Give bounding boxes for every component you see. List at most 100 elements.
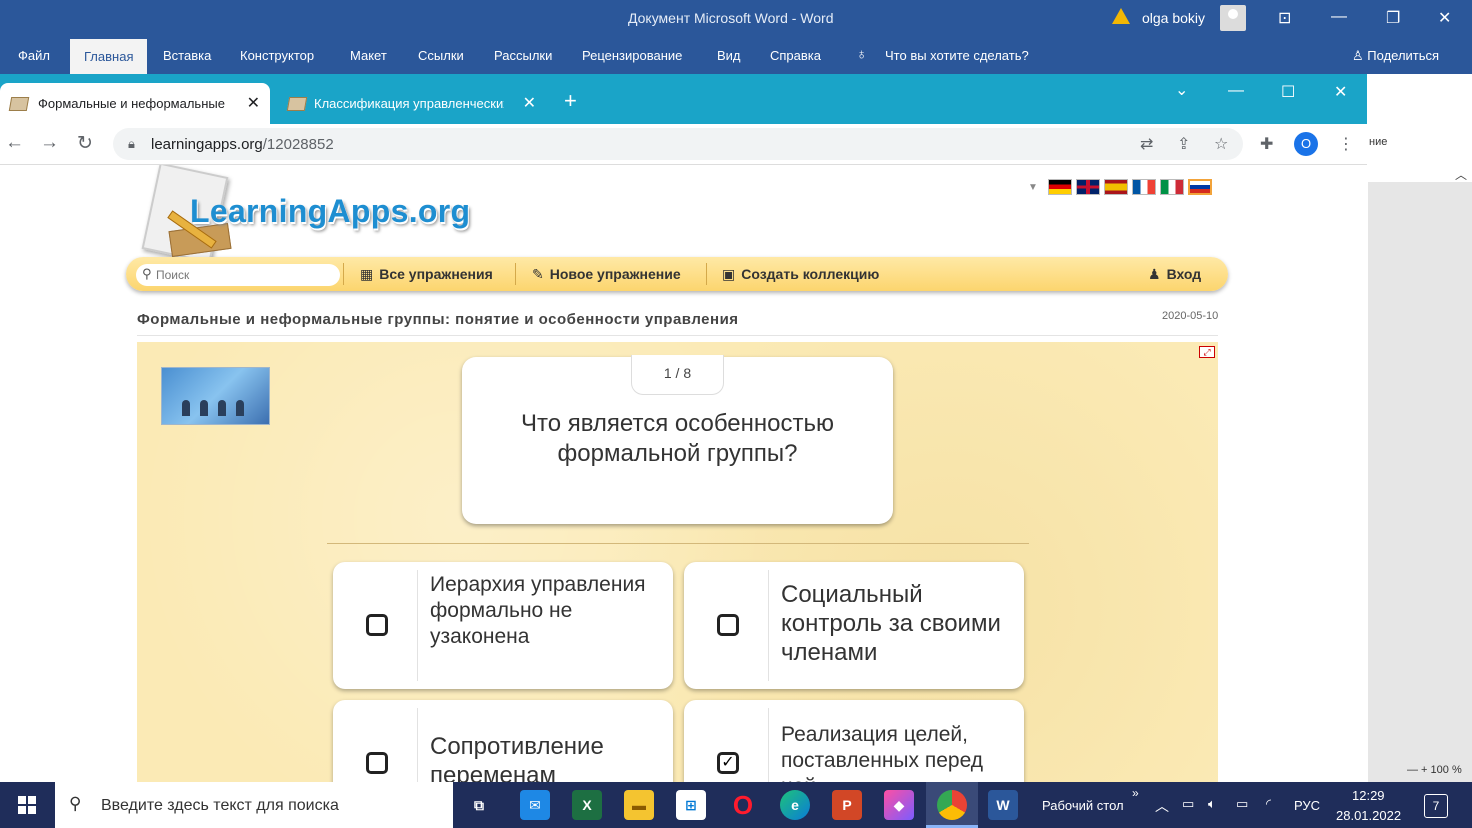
lightbulb-icon[interactable]: ♁ [856,46,867,63]
volume-icon[interactable]: 🔈︎ [1208,796,1216,812]
microsoft-store-icon[interactable]: ⊞ [676,790,706,820]
close-tab-icon[interactable]: ✕ [523,93,536,113]
extensions-icon[interactable]: ✚ [1260,134,1273,154]
browser-maximize-icon[interactable]: ☐ [1281,82,1295,102]
checkbox[interactable] [717,614,739,636]
tab-file[interactable]: Файл [18,48,50,63]
flag-italian[interactable] [1160,179,1184,195]
close-icon[interactable]: ✕ [1438,8,1451,28]
meet-now-icon[interactable]: ▭ [1182,796,1194,812]
collapse-ribbon-icon[interactable]: ︿ [1455,166,1467,183]
word-document-area: ние ︿ — + 100 % [1367,74,1472,782]
powerpoint-icon[interactable]: P [832,790,862,820]
tab-design[interactable]: Конструктор [240,48,314,63]
answer-option[interactable]: ✓ Реализация целей, поставленных перед н… [684,700,1024,782]
tab-search-icon[interactable]: ⌄ [1175,80,1188,100]
restore-icon[interactable]: ❐ [1386,8,1400,28]
clock-date[interactable]: 28.01.2022 [1336,808,1401,823]
search-input[interactable]: ⚲ Поиск [136,264,340,286]
person-figure [200,400,208,416]
forward-icon[interactable]: → [40,132,59,154]
app-icon[interactable]: ◆ [884,790,914,820]
flag-french[interactable] [1132,179,1156,195]
person-figure [236,400,244,416]
windows-start-icon[interactable] [18,796,36,814]
new-exercise-label: Новое упражнение [549,266,681,282]
answer-text: Иерархия управления формально не узаконе… [430,573,646,648]
warning-icon[interactable] [1112,8,1130,24]
flag-russian[interactable] [1188,179,1212,195]
nav-separator [706,263,707,285]
mail-icon[interactable]: ✉ [520,790,550,820]
login-link[interactable]: ♟ Вход [1148,266,1201,283]
zoom-level[interactable]: — + 100 % [1407,764,1462,776]
tab-view[interactable]: Вид [717,48,741,63]
reload-icon[interactable]: ↻ [77,132,93,155]
share-page-icon[interactable]: ⇪ [1177,134,1190,154]
edge-icon[interactable]: e [780,790,810,820]
checkbox-checked[interactable]: ✓ [717,752,739,774]
browser-close-icon[interactable]: ✕ [1334,82,1347,102]
tab-references[interactable]: Ссылки [418,48,464,63]
desktop-toolbar-expand-icon[interactable]: » [1132,786,1139,800]
user-avatar[interactable] [1220,5,1246,31]
new-tab-button[interactable]: + [564,88,577,114]
exercise-area: ⤢ 1 / 8 Что является особенностью формал… [137,342,1218,782]
url-text[interactable]: learningapps.org/12028852 [151,136,334,153]
tab-help[interactable]: Справка [770,48,821,63]
answer-option[interactable]: Сопротивление переменам [333,700,673,782]
tab-review[interactable]: Рецензирование [582,48,682,63]
create-collection-link[interactable]: ▣ Создать коллекцию [722,266,879,283]
ribbon-display-options-icon[interactable]: ⊡ [1278,8,1291,28]
answer-option[interactable]: Иерархия управления формально не узаконе… [333,562,673,689]
exercise-thumbnail-image[interactable] [161,367,270,425]
close-tab-icon[interactable]: ✕ [247,93,260,113]
lock-icon[interactable]: 🔒︎ [128,136,135,152]
checkbox[interactable] [366,614,388,636]
site-logo[interactable]: LearningApps.org [190,193,470,230]
question-divider [327,543,1029,544]
show-hidden-icons-icon[interactable]: ︿ [1155,796,1169,816]
fullscreen-icon[interactable]: ⤢ [1199,346,1215,358]
excel-icon[interactable]: X [572,790,602,820]
minimize-icon[interactable]: — [1331,8,1347,26]
wifi-icon[interactable]: ◜ [1266,796,1271,812]
back-icon[interactable]: ← [5,132,24,154]
zoom-value: 100 % [1430,764,1462,776]
flag-spanish[interactable] [1104,179,1128,195]
clock-time[interactable]: 12:29 [1352,788,1385,803]
tab-home[interactable]: Главная [70,39,148,74]
answer-option[interactable]: Социальный контроль за своими членами [684,562,1024,689]
share-button[interactable]: ♙ Поделиться [1352,48,1439,64]
task-view-icon[interactable]: ⧉ [464,790,494,820]
language-dropdown-icon[interactable]: ▼ [1028,182,1038,193]
user-icon: ♟ [1148,266,1161,282]
desktop-toolbar[interactable]: Рабочий стол [1042,798,1124,813]
tab-layout[interactable]: Макет [350,48,387,63]
tell-me-input[interactable]: Что вы хотите сделать? [885,48,1029,63]
chrome-taskbar-button[interactable] [926,782,978,828]
battery-icon[interactable]: ▭ [1236,796,1248,812]
browser-minimize-icon[interactable]: — [1228,82,1244,100]
word-user-name[interactable]: olga bokiy [1142,10,1205,26]
input-language[interactable]: РУС [1294,798,1320,813]
opera-icon[interactable]: O [728,790,758,820]
new-exercise-link[interactable]: ✎ Новое упражнение [532,266,681,283]
tab-mailings[interactable]: Рассылки [494,48,552,63]
profile-avatar[interactable]: O [1294,132,1318,156]
notifications-icon[interactable]: 7 [1424,794,1448,818]
word-icon[interactable]: W [988,790,1018,820]
flag-english[interactable] [1076,179,1100,195]
translate-icon[interactable]: ⇄ [1140,134,1153,154]
checkbox[interactable] [366,752,388,774]
tab-insert[interactable]: Вставка [163,48,211,63]
flag-german[interactable] [1048,179,1072,195]
file-explorer-icon[interactable]: ▬ [624,790,654,820]
taskbar-search-placeholder: Введите здесь текст для поиска [101,797,339,814]
browser-tab-active[interactable]: Формальные и неформальные ✕ [0,83,270,124]
bookmark-star-icon[interactable]: ☆ [1214,134,1228,154]
browser-tab[interactable]: Классификация управленческих ✕ [278,83,544,124]
menu-icon[interactable]: ⋮ [1338,134,1354,154]
taskbar-search-box[interactable]: ⚲ Введите здесь текст для поиска [55,782,453,828]
all-exercises-link[interactable]: ▦ Все упражнения [360,266,493,283]
